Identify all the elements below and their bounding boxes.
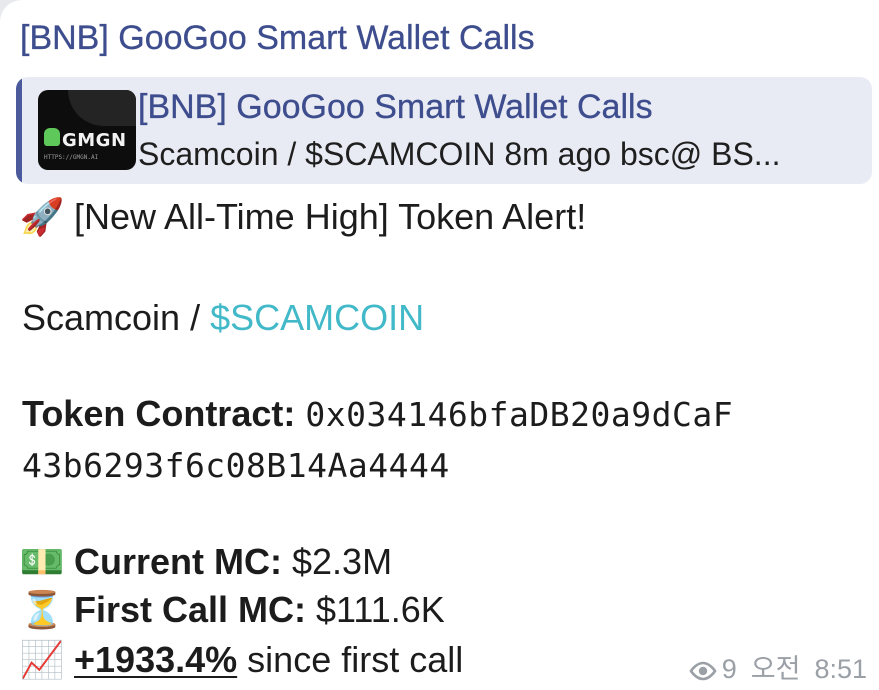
token-line: Scamcoin / $SCAMCOIN [22, 296, 424, 340]
change-suffix: since first call [247, 639, 464, 680]
thumbnail-figure [68, 90, 136, 126]
message-time: 8:51 [814, 654, 867, 684]
rocket-icon: 🚀 [19, 197, 65, 238]
channel-title[interactable]: [BNB] GooGoo Smart Wallet Calls [20, 18, 535, 58]
first-call-label: First Call MC: [74, 589, 307, 630]
contract-address-part2[interactable]: 43b6293f6c08B14Aa4444 [22, 446, 450, 485]
token-name: Scamcoin [22, 297, 181, 338]
first-call-line: ⏳ First Call MC: $111.6K [18, 588, 445, 633]
quote-accent-bar [16, 77, 22, 184]
money-icon: 💵 [19, 542, 65, 583]
time-period: 오전 [750, 654, 801, 684]
contract-line-1: Token Contract: 0x034146bfaDB20a9dCaF [22, 392, 733, 437]
current-mc-label: Current MC: [74, 541, 282, 582]
change-value: +1933.4% [74, 639, 238, 680]
contract-label: Token Contract: [22, 393, 296, 434]
message-bubble: [BNB] GooGoo Smart Wallet Calls GMGN HTT… [0, 0, 879, 690]
current-mc-line: 💵 Current MC: $2.3M [18, 540, 392, 585]
message-meta: 9 오전 8:51 [688, 652, 867, 686]
view-count: 9 [721, 654, 737, 684]
current-mc-value: $2.3M [292, 541, 393, 582]
hourglass-icon: ⏳ [19, 590, 65, 631]
frog-icon [44, 128, 60, 146]
contract-address-part1[interactable]: 0x034146bfaDB20a9dCaF [305, 395, 733, 434]
quote-thumbnail: GMGN HTTPS://GMGN.AI [38, 90, 136, 170]
chart-increasing-icon: 📈 [19, 640, 65, 681]
token-separator: / [180, 297, 211, 338]
contract-line-2: 43b6293f6c08B14Aa4444 [22, 443, 450, 488]
thumbnail-logo-text: GMGN [62, 130, 127, 151]
quote-preview: Scamcoin / $SCAMCOIN 8m ago bsc@ BS... [138, 136, 781, 172]
reply-quote[interactable]: GMGN HTTPS://GMGN.AI [BNB] GooGoo Smart … [16, 77, 872, 184]
token-ticker-link[interactable]: $SCAMCOIN [210, 297, 424, 338]
eye-icon [689, 661, 717, 681]
headline-text: [New All-Time High] Token Alert! [74, 196, 587, 237]
thumbnail-url-text: HTTPS://GMGN.AI [44, 154, 99, 161]
quote-title: [BNB] GooGoo Smart Wallet Calls [138, 88, 653, 126]
change-line: 📈 +1933.4% since first call [18, 638, 464, 683]
headline-line: 🚀 [New All-Time High] Token Alert! [18, 195, 587, 240]
first-call-value: $111.6K [316, 589, 445, 630]
